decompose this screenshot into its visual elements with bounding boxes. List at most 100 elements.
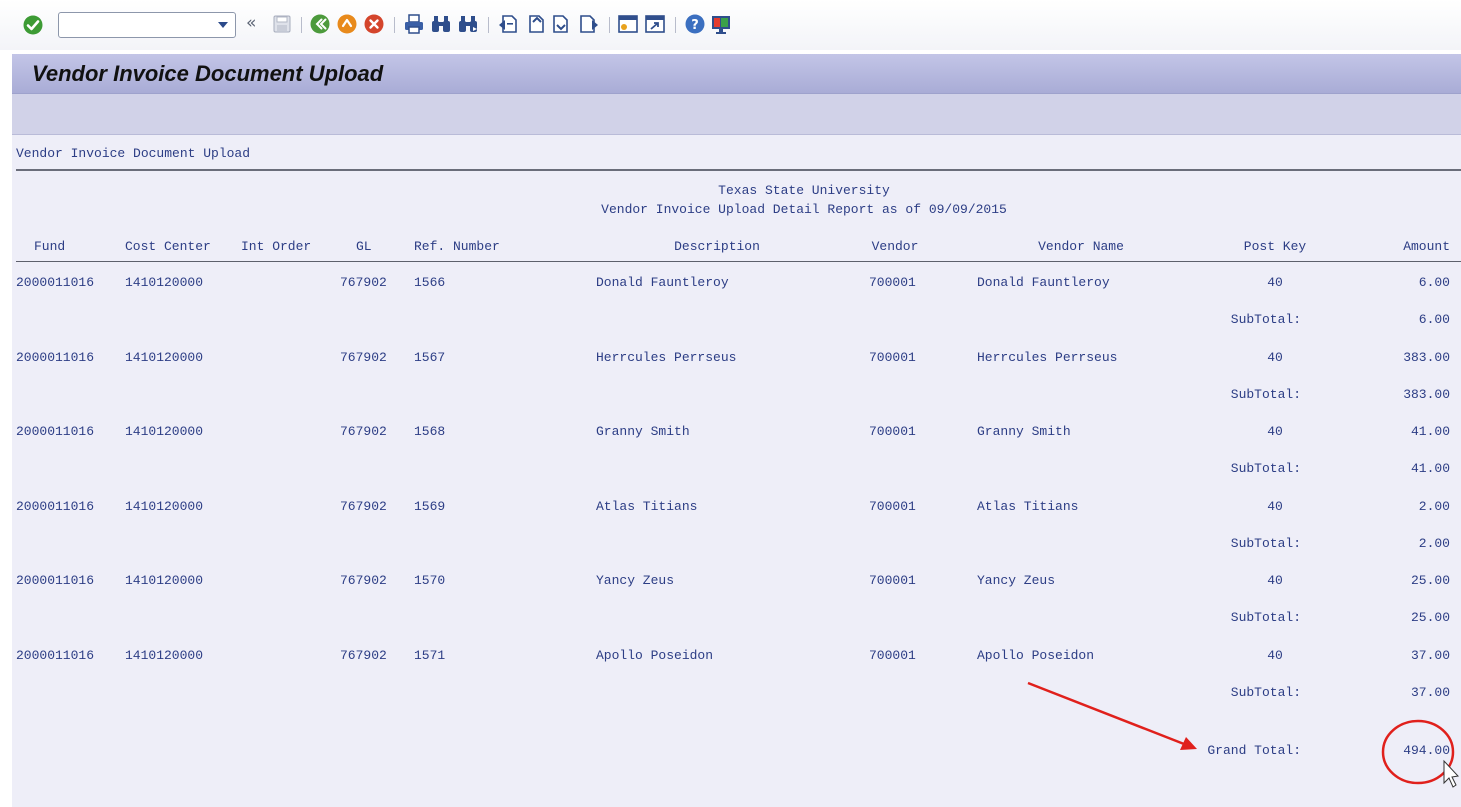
- column-header-vendor[interactable]: Vendor: [872, 239, 919, 255]
- help-icon[interactable]: ?: [684, 13, 706, 35]
- double-left-icon[interactable]: «: [246, 13, 256, 33]
- cell-vendor[interactable]: 700001: [869, 648, 916, 664]
- cell-gl[interactable]: 767902: [340, 350, 387, 366]
- cell-gl[interactable]: 767902: [340, 275, 387, 291]
- cell-cost-center[interactable]: 1410120000: [125, 499, 203, 515]
- check-icon[interactable]: [22, 14, 44, 36]
- subtotal-value[interactable]: 37.00: [1350, 685, 1450, 701]
- cell-cost-center[interactable]: 1410120000: [125, 573, 203, 589]
- cell-description[interactable]: Herrcules Perrseus: [596, 350, 736, 366]
- cell-amount[interactable]: 37.00: [1350, 648, 1450, 664]
- command-field[interactable]: [58, 12, 236, 38]
- sap-window: « ? Vendor Invoice Document Upload Vendo…: [0, 0, 1461, 807]
- cell-post-key[interactable]: 40: [1267, 350, 1283, 366]
- cell-cost-center[interactable]: 1410120000: [125, 350, 203, 366]
- cell-amount[interactable]: 383.00: [1350, 350, 1450, 366]
- cell-gl[interactable]: 767902: [340, 648, 387, 664]
- cell-vendor[interactable]: 700001: [869, 275, 916, 291]
- cell-ref-number[interactable]: 1570: [414, 573, 445, 589]
- save-icon[interactable]: [272, 14, 292, 34]
- cell-vendor-name[interactable]: Donald Fauntleroy: [977, 275, 1110, 291]
- cell-description[interactable]: Apollo Poseidon: [596, 648, 713, 664]
- subtotal-value[interactable]: 25.00: [1350, 610, 1450, 626]
- cell-cost-center[interactable]: 1410120000: [125, 424, 203, 440]
- cell-vendor-name[interactable]: Yancy Zeus: [977, 573, 1055, 589]
- column-header-post-key[interactable]: Post Key: [1244, 239, 1306, 255]
- cell-amount[interactable]: 41.00: [1350, 424, 1450, 440]
- cell-vendor-name[interactable]: Granny Smith: [977, 424, 1071, 440]
- cell-gl[interactable]: 767902: [340, 499, 387, 515]
- cell-vendor-name[interactable]: Herrcules Perrseus: [977, 350, 1117, 366]
- cell-cost-center[interactable]: 1410120000: [125, 648, 203, 664]
- cell-fund[interactable]: 2000011016: [16, 350, 94, 366]
- cell-vendor-name[interactable]: Apollo Poseidon: [977, 648, 1094, 664]
- table-row[interactable]: 2000011016 1410120000 767902 1566 Donald Fau…: [12, 273, 1461, 293]
- table-row[interactable]: 2000011016 1410120000 767902 1567 Herrcules …: [12, 348, 1461, 368]
- create-session-icon[interactable]: [617, 13, 639, 35]
- print-icon[interactable]: [403, 13, 425, 35]
- column-header-fund[interactable]: Fund: [34, 239, 65, 255]
- shortcut-icon[interactable]: [644, 13, 666, 35]
- toolbar-separator: [394, 17, 395, 33]
- cell-ref-number[interactable]: 1568: [414, 424, 445, 440]
- dropdown-arrow-icon[interactable]: [218, 22, 228, 28]
- cell-post-key[interactable]: 40: [1267, 424, 1283, 440]
- cell-ref-number[interactable]: 1567: [414, 350, 445, 366]
- subtotal-value[interactable]: 383.00: [1350, 387, 1450, 403]
- column-header-int-order[interactable]: Int Order: [241, 239, 311, 255]
- cell-vendor[interactable]: 700001: [869, 350, 916, 366]
- cancel-icon[interactable]: [363, 13, 385, 35]
- table-row[interactable]: 2000011016 1410120000 767902 1568 Granny Smi…: [12, 422, 1461, 442]
- cell-post-key[interactable]: 40: [1267, 648, 1283, 664]
- cell-amount[interactable]: 2.00: [1350, 499, 1450, 515]
- cell-description[interactable]: Yancy Zeus: [596, 573, 674, 589]
- cell-gl[interactable]: 767902: [340, 573, 387, 589]
- cell-ref-number[interactable]: 1569: [414, 499, 445, 515]
- cell-vendor[interactable]: 700001: [869, 499, 916, 515]
- cell-fund[interactable]: 2000011016: [16, 648, 94, 664]
- toolbar-separator: [675, 17, 676, 33]
- column-header-description[interactable]: Description: [674, 239, 760, 255]
- cell-fund[interactable]: 2000011016: [16, 424, 94, 440]
- back-icon[interactable]: [309, 13, 331, 35]
- column-header-vendor-name[interactable]: Vendor Name: [1038, 239, 1124, 255]
- cell-ref-number[interactable]: 1571: [414, 648, 445, 664]
- cell-vendor-name[interactable]: Atlas Titians: [977, 499, 1078, 515]
- subtotal-value[interactable]: 6.00: [1350, 312, 1450, 328]
- column-header-ref-number[interactable]: Ref. Number: [414, 239, 500, 255]
- table-row[interactable]: 2000011016 1410120000 767902 1571 Apollo Pos…: [12, 646, 1461, 666]
- cell-fund[interactable]: 2000011016: [16, 499, 94, 515]
- last-page-icon[interactable]: [578, 13, 600, 35]
- cell-amount[interactable]: 6.00: [1350, 275, 1450, 291]
- first-page-icon[interactable]: [497, 13, 519, 35]
- cell-post-key[interactable]: 40: [1267, 499, 1283, 515]
- previous-page-icon[interactable]: [524, 13, 546, 35]
- cell-vendor[interactable]: 700001: [869, 573, 916, 589]
- customize-layout-icon[interactable]: [710, 13, 732, 35]
- cell-ref-number[interactable]: 1566: [414, 275, 445, 291]
- subtotal-value[interactable]: 41.00: [1350, 461, 1450, 477]
- cell-gl[interactable]: 767902: [340, 424, 387, 440]
- cell-cost-center[interactable]: 1410120000: [125, 275, 203, 291]
- column-header-amount[interactable]: Amount: [1350, 239, 1450, 255]
- find-icon[interactable]: [430, 13, 452, 35]
- table-row[interactable]: 2000011016 1410120000 767902 1570 Yancy Zeus…: [12, 571, 1461, 591]
- page-title: Vendor Invoice Document Upload: [32, 61, 384, 86]
- exit-icon[interactable]: [336, 13, 358, 35]
- cell-description[interactable]: Donald Fauntleroy: [596, 275, 729, 291]
- cell-description[interactable]: Atlas Titians: [596, 499, 697, 515]
- cell-description[interactable]: Granny Smith: [596, 424, 690, 440]
- subtotal-value[interactable]: 2.00: [1350, 536, 1450, 552]
- find-next-icon[interactable]: [457, 13, 479, 35]
- grand-total-value[interactable]: 494.00: [1350, 743, 1450, 759]
- cell-fund[interactable]: 2000011016: [16, 275, 94, 291]
- column-header-cost-center[interactable]: Cost Center: [125, 239, 211, 255]
- cell-post-key[interactable]: 40: [1267, 275, 1283, 291]
- table-row[interactable]: 2000011016 1410120000 767902 1569 Atlas Titi…: [12, 497, 1461, 517]
- cell-vendor[interactable]: 700001: [869, 424, 916, 440]
- cell-amount[interactable]: 25.00: [1350, 573, 1450, 589]
- cell-post-key[interactable]: 40: [1267, 573, 1283, 589]
- column-header-gl[interactable]: GL: [356, 239, 372, 255]
- next-page-icon[interactable]: [551, 13, 573, 35]
- cell-fund[interactable]: 2000011016: [16, 573, 94, 589]
